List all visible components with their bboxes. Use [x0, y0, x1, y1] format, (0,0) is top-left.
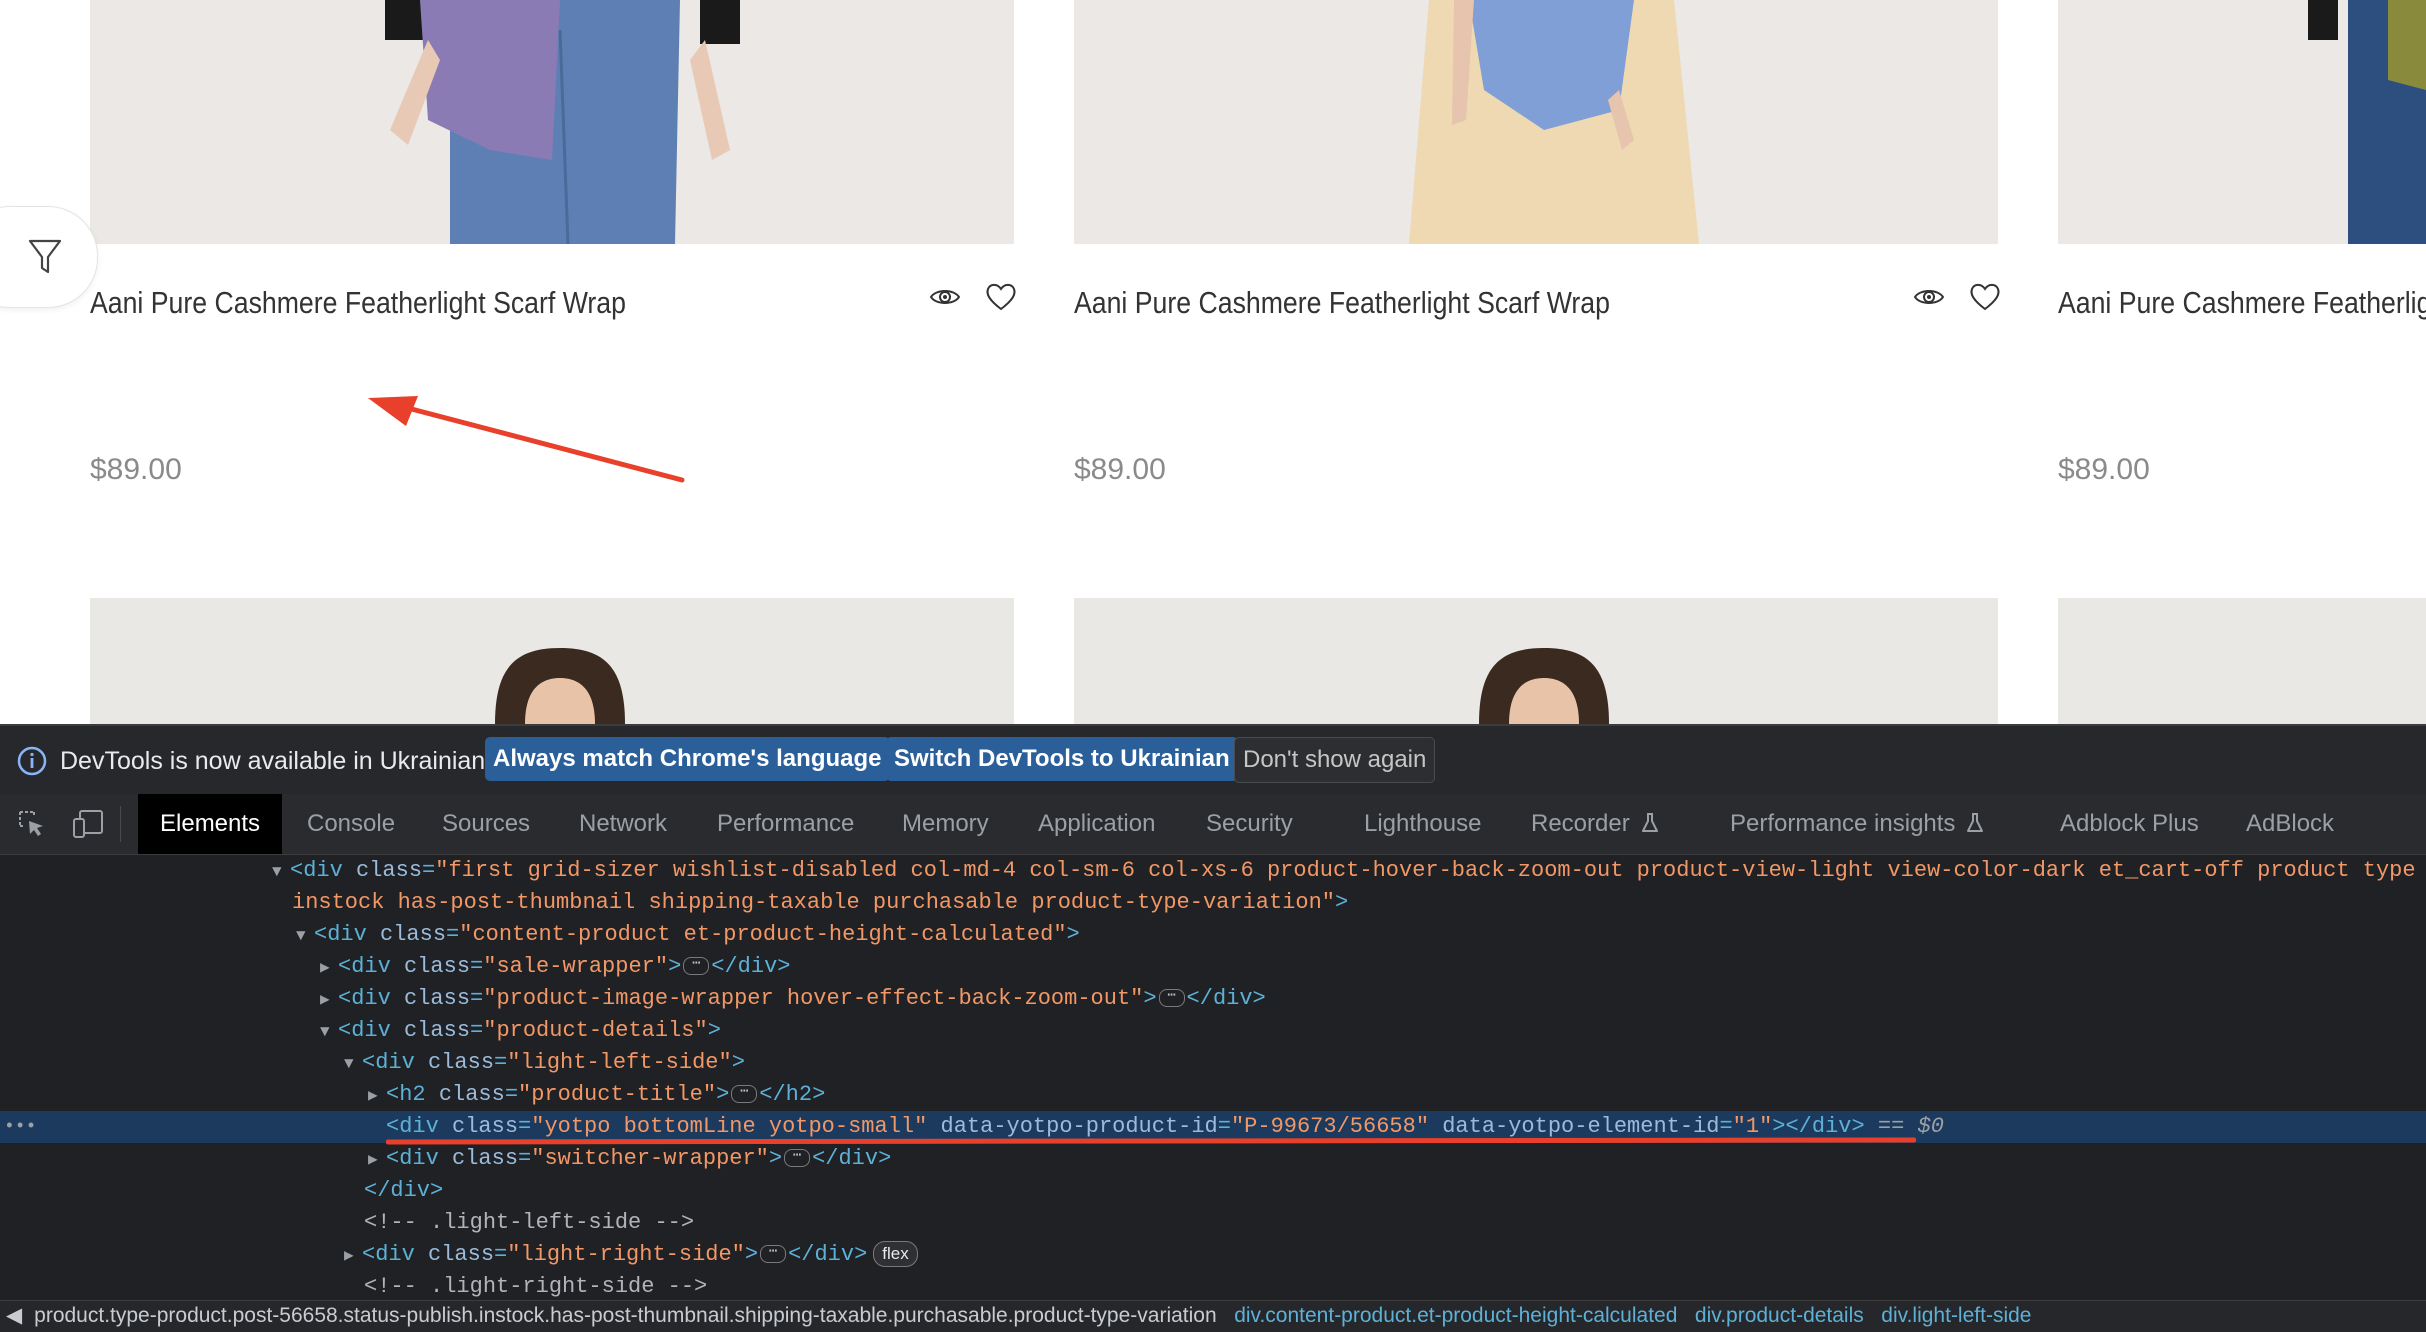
- dom-node[interactable]: ▼ <div class="product-details">: [0, 1015, 2426, 1047]
- attr-value: product-title: [531, 1082, 703, 1107]
- product-actions: [928, 280, 1018, 314]
- breadcrumb: ◀ product.type-product.post-56658.status-…: [0, 1300, 2426, 1332]
- tab-performance[interactable]: Performance: [717, 794, 854, 854]
- dom-node-continuation: instock has-post-thumbnail shipping-taxa…: [292, 890, 1349, 915]
- attr-value: light-right-side: [520, 1242, 732, 1267]
- dom-node[interactable]: ▼ <div class="first grid-sizer wishlist-d…: [0, 855, 2426, 887]
- tab-elements[interactable]: Elements: [138, 794, 283, 854]
- product-price: $89.00: [2058, 453, 2150, 486]
- tab-adblock[interactable]: AdBlock: [2246, 794, 2334, 854]
- expand-ellipsis[interactable]: ⋯: [760, 1245, 787, 1264]
- tab-lighthouse[interactable]: Lighthouse: [1364, 794, 1481, 854]
- tab-memory[interactable]: Memory: [902, 794, 989, 854]
- tab-performance-insights[interactable]: Performance insights: [1730, 794, 1985, 854]
- elements-tree: ▼ <div class="first grid-sizer wishlist-d…: [0, 855, 2426, 1331]
- filter-icon: [28, 239, 62, 274]
- language-infobar: DevTools is now available in Ukrainian! …: [0, 724, 2426, 795]
- product-price: $89.00: [1074, 453, 1166, 486]
- breadcrumb-item[interactable]: product.type-product.post-56658.status-p…: [34, 1304, 1217, 1327]
- tab-console[interactable]: Console: [307, 794, 395, 854]
- dom-node[interactable]: ▶ <h2 class="product-title"> ⋯ </h2>: [0, 1079, 2426, 1111]
- expand-ellipsis[interactable]: ⋯: [731, 1085, 758, 1104]
- product-image[interactable]: [90, 598, 1014, 724]
- dom-comment[interactable]: <!-- .light-left-side -->: [0, 1207, 2426, 1239]
- filter-button[interactable]: [0, 206, 98, 308]
- product-image[interactable]: [1074, 598, 1998, 724]
- heart-icon[interactable]: [984, 280, 1018, 314]
- breadcrumb-item[interactable]: div.product-details: [1695, 1304, 1864, 1327]
- flex-badge[interactable]: flex: [873, 1241, 918, 1268]
- attr-value: light-left-side: [520, 1050, 719, 1075]
- tab-sources[interactable]: Sources: [442, 794, 530, 854]
- heart-icon[interactable]: [1968, 280, 2002, 314]
- experiment-flask-icon: [1641, 812, 1658, 832]
- info-icon: [17, 746, 47, 776]
- devtools-panel: DevTools is now available in Ukrainian! …: [0, 724, 2426, 1332]
- dom-node[interactable]: ▼ <div class="content-product et-product-…: [0, 919, 2426, 951]
- dom-comment[interactable]: <!-- .light-right-side -->: [0, 1271, 2426, 1303]
- product-image[interactable]: [90, 0, 1014, 244]
- dom-closing-tag[interactable]: </div>: [0, 1175, 2426, 1207]
- breadcrumb-item[interactable]: div.content-product.et-product-height-ca…: [1234, 1304, 1677, 1327]
- attr-value: first grid-sizer wishlist-disabled col-m…: [448, 858, 2416, 883]
- attr-value: product-image-wrapper hover-effect-back-…: [496, 986, 1131, 1011]
- dom-node[interactable]: ▶ <div class="light-right-side"> ⋯ </div> fl…: [0, 1239, 2426, 1271]
- annotation-underline: [386, 1136, 1916, 1145]
- eye-icon[interactable]: [1912, 280, 1946, 314]
- attr-value: switcher-wrapper: [544, 1146, 756, 1171]
- dom-node[interactable]: ▶ <div class="sale-wrapper"> ⋯ </div>: [0, 951, 2426, 983]
- attr-value: product-details: [496, 1018, 695, 1043]
- expand-ellipsis[interactable]: ⋯: [683, 957, 710, 976]
- tab-performance-insights-label: Performance insights: [1730, 810, 1956, 837]
- store-page: Aani Pure Cashmere Featherlight Scarf Wr…: [0, 0, 2426, 724]
- attr-value: sale-wrapper: [496, 954, 655, 979]
- dom-node[interactable]: ▼ <div class="light-left-side">: [0, 1047, 2426, 1079]
- product-actions: [1912, 280, 2002, 314]
- tab-application[interactable]: Application: [1038, 794, 1155, 854]
- eye-icon[interactable]: [928, 280, 962, 314]
- switch-to-ukrainian-button[interactable]: Switch DevTools to Ukrainian: [886, 737, 1238, 781]
- tab-security[interactable]: Security: [1206, 794, 1293, 854]
- selected-ref: $0: [1917, 1114, 1944, 1139]
- scroll-left-icon[interactable]: ◀: [6, 1304, 22, 1327]
- devtools-tabbar: Elements Console Sources Network Perform…: [0, 794, 2426, 855]
- more-options-icon[interactable]: •••: [4, 1111, 36, 1143]
- product-title[interactable]: Aani Pure Cashmere Featherlight Scarf Wr…: [90, 285, 626, 321]
- product-price: $89.00: [90, 453, 182, 486]
- inspect-element-icon[interactable]: [16, 808, 48, 840]
- product-image[interactable]: [2058, 598, 2426, 724]
- expand-ellipsis[interactable]: ⋯: [784, 1149, 811, 1168]
- tab-recorder[interactable]: Recorder: [1531, 794, 1660, 854]
- product-title[interactable]: Aani Pure Cashmere Featherlight Scarf Wr…: [2058, 285, 2426, 321]
- product-title[interactable]: Aani Pure Cashmere Featherlight Scarf Wr…: [1074, 285, 1610, 321]
- tab-recorder-label: Recorder: [1531, 810, 1630, 837]
- attr-value: instock has-post-thumbnail shipping-taxa…: [292, 890, 1322, 915]
- product-image[interactable]: [2058, 0, 2426, 244]
- experiment-flask-icon: [1967, 812, 1984, 832]
- infobar-message: DevTools is now available in Ukrainian!: [60, 747, 493, 775]
- expand-ellipsis[interactable]: ⋯: [1158, 989, 1185, 1008]
- breadcrumb-item[interactable]: div.light-left-side: [1881, 1304, 2031, 1327]
- tab-network[interactable]: Network: [579, 794, 667, 854]
- attr-value: content-product et-product-height-calcul…: [472, 922, 1054, 947]
- dont-show-again-button[interactable]: Don't show again: [1234, 737, 1436, 783]
- device-toolbar-icon[interactable]: [72, 808, 106, 840]
- product-image[interactable]: [1074, 0, 1998, 244]
- dom-node[interactable]: ▶ <div class="product-image-wrapper hover…: [0, 983, 2426, 1015]
- always-match-language-button[interactable]: Always match Chrome's language: [485, 737, 890, 781]
- tab-adblock-plus[interactable]: Adblock Plus: [2060, 794, 2199, 854]
- annotation-arrow: [368, 396, 685, 483]
